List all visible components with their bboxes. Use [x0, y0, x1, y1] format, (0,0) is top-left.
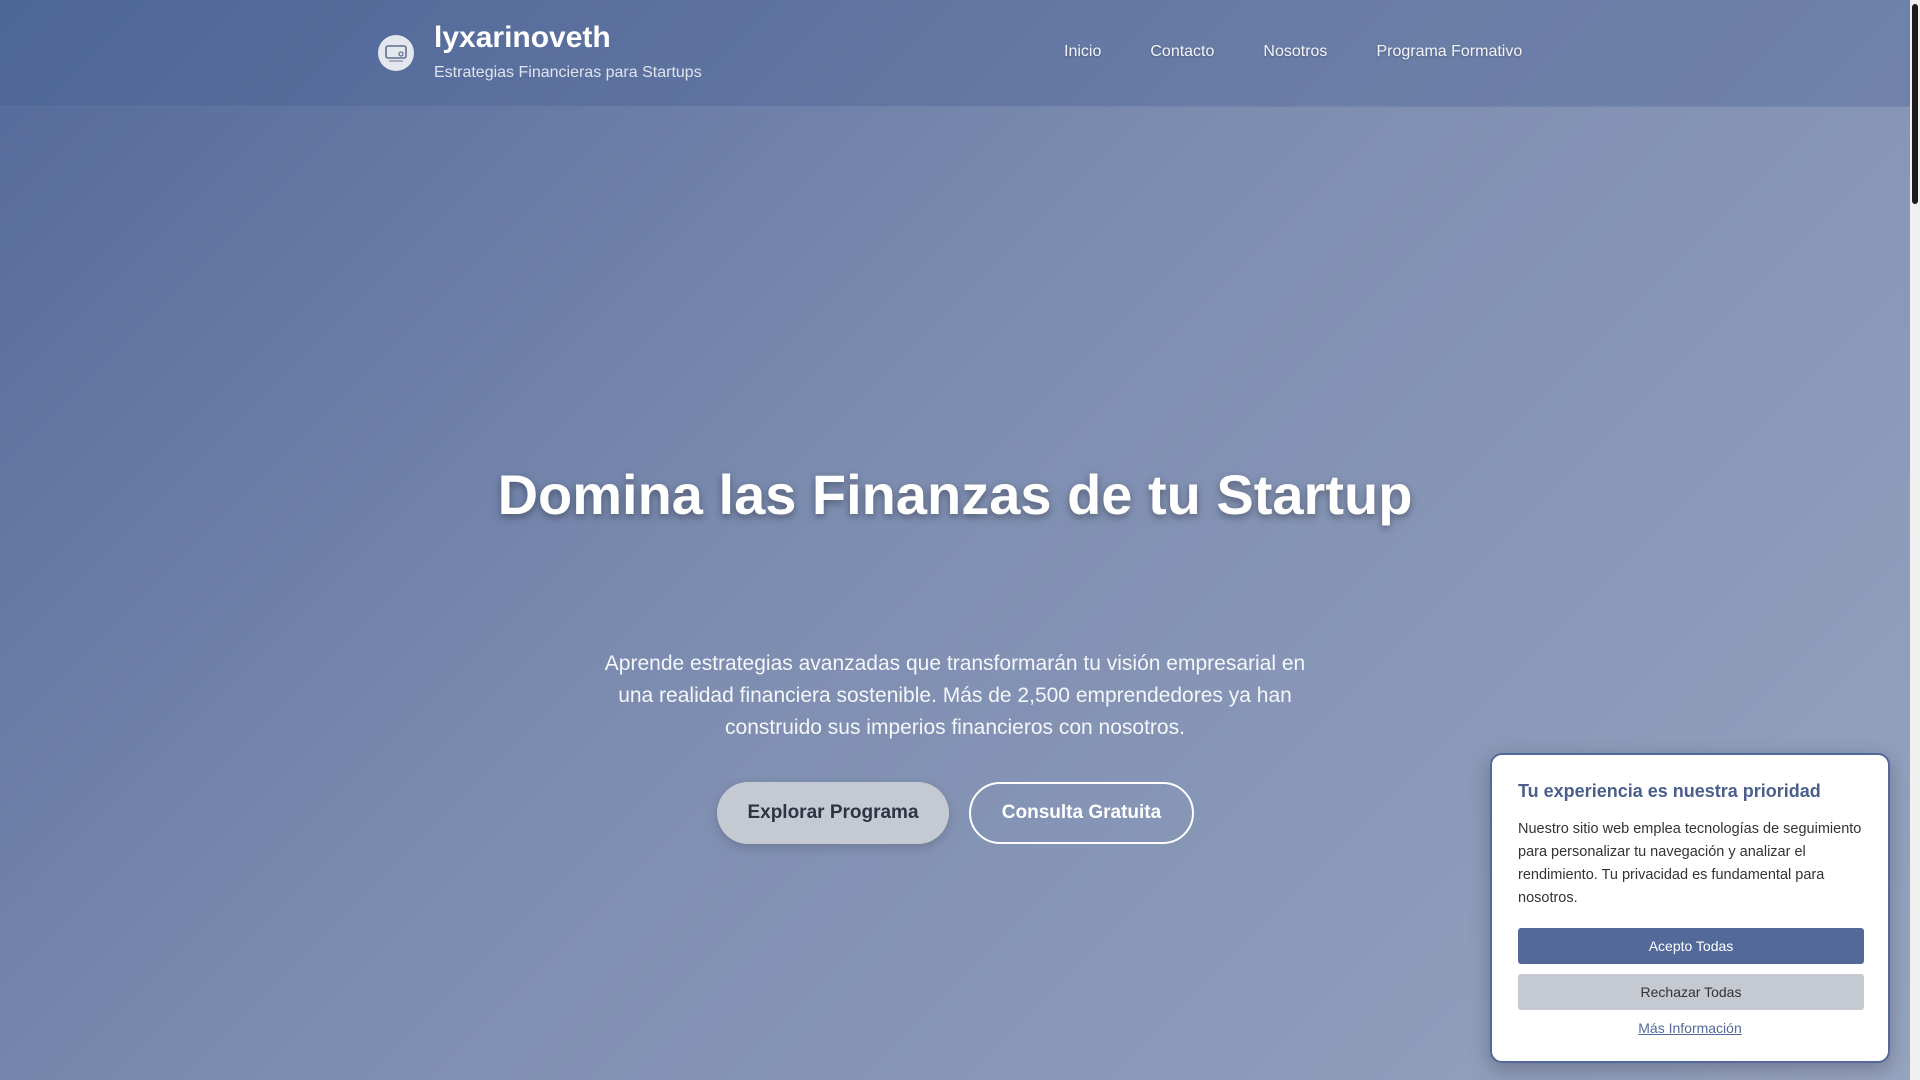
- main-nav: Inicio Contacto Nosotros Programa Format…: [1064, 43, 1571, 61]
- scrollbar-thumb[interactable]: [1912, 4, 1918, 204]
- site-header: lyxarinoveth Estrategias Financieras par…: [0, 0, 1910, 107]
- cookie-title: Tu experiencia es nuestra prioridad: [1518, 781, 1821, 801]
- nav-link-programa-formativo[interactable]: Programa Formativo: [1376, 43, 1522, 61]
- cookie-banner: Tu experiencia es nuestra prioridad Nues…: [1490, 753, 1890, 1063]
- cookie-text: Nuestro sitio web emplea tecnologías de …: [1518, 821, 1862, 906]
- reject-all-button[interactable]: Rechazar Todas: [1518, 974, 1864, 1010]
- explore-program-button[interactable]: Explorar Programa: [717, 782, 949, 844]
- hero-subtitle: Aprende estrategias avanzadas que transf…: [604, 652, 1306, 739]
- brand[interactable]: lyxarinoveth Estrategias Financieras par…: [378, 20, 702, 82]
- accept-all-button[interactable]: Acepto Todas: [1518, 928, 1864, 964]
- nav-link-inicio[interactable]: Inicio: [1064, 43, 1101, 61]
- brand-tagline: Estrategias Financieras para Startups: [434, 64, 702, 81]
- hero-title: Domina las Finanzas de tu Startup: [497, 463, 1413, 526]
- page-scrollbar[interactable]: [1910, 0, 1920, 1080]
- more-info-link[interactable]: Más Información: [1518, 1020, 1862, 1036]
- wallet-icon: [378, 35, 414, 71]
- nav-link-contacto[interactable]: Contacto: [1150, 43, 1214, 61]
- nav-link-nosotros[interactable]: Nosotros: [1263, 43, 1327, 61]
- brand-title[interactable]: lyxarinoveth: [434, 20, 702, 56]
- free-consultation-button[interactable]: Consulta Gratuita: [969, 782, 1194, 844]
